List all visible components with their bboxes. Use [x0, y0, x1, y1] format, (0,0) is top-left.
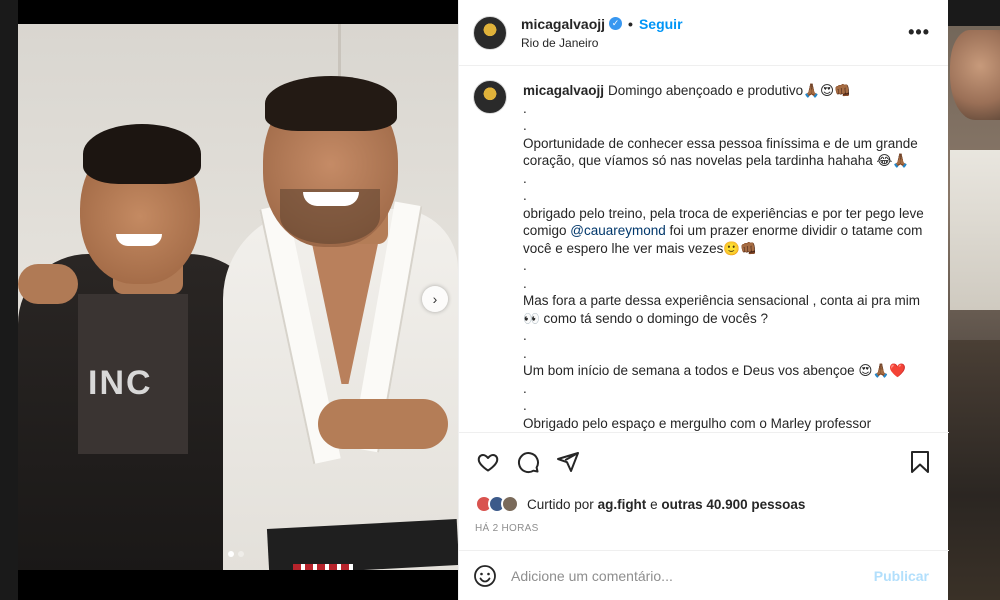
author-avatar[interactable]: [473, 15, 507, 50]
comment-input[interactable]: [511, 567, 874, 584]
post-timestamp[interactable]: HÁ 2 HORAS: [475, 523, 933, 534]
caption-line: .: [523, 328, 527, 343]
author-line: micagalvaojj ✓ • Seguir: [521, 16, 683, 32]
caption-line: .: [523, 345, 527, 361]
photo-black-belt: [266, 519, 458, 570]
carousel-dot-active: [228, 551, 234, 557]
caption-line: .: [523, 170, 527, 186]
add-comment-bar: Publicar: [459, 550, 949, 600]
caption-line: Mas fora a parte dessa experiência sensa…: [523, 293, 920, 326]
caption-paragraph: obrigado pelo treino, pela troca de expe…: [523, 205, 935, 258]
caption-line: .: [523, 258, 527, 273]
follow-button[interactable]: Seguir: [639, 16, 683, 32]
photo-person-left-hair: [83, 124, 201, 184]
verified-badge-icon: ✓: [609, 17, 623, 30]
post-actions: Curtido por ag.fight e outras 40.900 pes…: [459, 432, 949, 534]
header-separator: •: [628, 15, 633, 32]
publish-button[interactable]: Publicar: [874, 568, 929, 584]
photo-person-right-hair: [265, 76, 397, 131]
heart-icon[interactable]: [475, 449, 501, 475]
caption-line: .: [523, 118, 527, 133]
photo-person-left-arm: [18, 264, 78, 304]
caption-line: Um bom início de semana a todos e Deus v…: [523, 363, 907, 378]
post-modal: INC › micagalvaojj ✓ • Seguir Rio de Jan…: [18, 0, 949, 600]
comment-icon[interactable]: [515, 449, 541, 475]
post-media: INC ›: [18, 0, 458, 600]
liked-by-prefix: Curtido por: [527, 496, 594, 512]
caption-line: Obrigado pelo espaço e mergulho com o Ma…: [523, 415, 872, 431]
author-info: micagalvaojj ✓ • Seguir Rio de Janeiro: [521, 16, 683, 50]
caption-line: .: [523, 398, 527, 413]
author-username[interactable]: micagalvaojj: [521, 16, 605, 32]
post-photo[interactable]: INC: [18, 24, 458, 570]
carousel-dot: [238, 551, 244, 557]
share-icon[interactable]: [555, 449, 581, 475]
likes-summary: Curtido por ag.fight e outras 40.900 pes…: [475, 495, 933, 513]
caption-line: .: [523, 380, 527, 396]
liked-by-others[interactable]: outras 40.900 pessoas: [661, 497, 805, 512]
post-location[interactable]: Rio de Janeiro: [521, 36, 683, 50]
caption-author-avatar[interactable]: [473, 80, 507, 114]
liked-by-user[interactable]: ag.fight: [598, 497, 647, 512]
carousel-next-button[interactable]: ›: [422, 286, 448, 312]
bookmark-icon[interactable]: [907, 449, 933, 475]
liker-avatar: [501, 495, 519, 513]
background-feed-lower: [948, 340, 1000, 600]
liker-avatars[interactable]: [475, 495, 519, 513]
post-header: micagalvaojj ✓ • Seguir Rio de Janeiro •…: [459, 0, 948, 66]
photo-person-right-smile: [303, 192, 359, 206]
photo-person-left-smile: [116, 234, 162, 246]
caption-line: Domingo abençoado e produtivo🙏🏾😍👊🏾: [608, 83, 851, 98]
photo-pointing-hand: [318, 399, 448, 449]
action-icons-row: [475, 447, 933, 477]
photo-belt-stripes: [293, 564, 353, 570]
caption-line: .: [523, 188, 527, 203]
caption-line: .: [523, 275, 527, 291]
post-side-panel: micagalvaojj ✓ • Seguir Rio de Janeiro •…: [458, 0, 949, 600]
caption-line: Oportunidade de conhecer essa pessoa fin…: [523, 135, 918, 169]
post-caption: micagalvaojj Domingo abençoado e produtiv…: [523, 82, 935, 432]
more-options-icon[interactable]: •••: [908, 22, 930, 43]
comments-section[interactable]: micagalvaojj Domingo abençoado e produtiv…: [459, 66, 949, 432]
liked-by-and: e: [650, 496, 658, 512]
caption-line: .: [523, 100, 527, 116]
photo-shirt-text: INC: [88, 364, 153, 402]
caption-username[interactable]: micagalvaojj: [523, 83, 604, 98]
background-feed-face: [950, 30, 1000, 120]
mention-link[interactable]: @cauareymond: [570, 223, 666, 238]
background-feed-gi: [950, 150, 1000, 310]
smiley-icon[interactable]: [473, 564, 497, 588]
carousel-indicator: [228, 551, 244, 557]
